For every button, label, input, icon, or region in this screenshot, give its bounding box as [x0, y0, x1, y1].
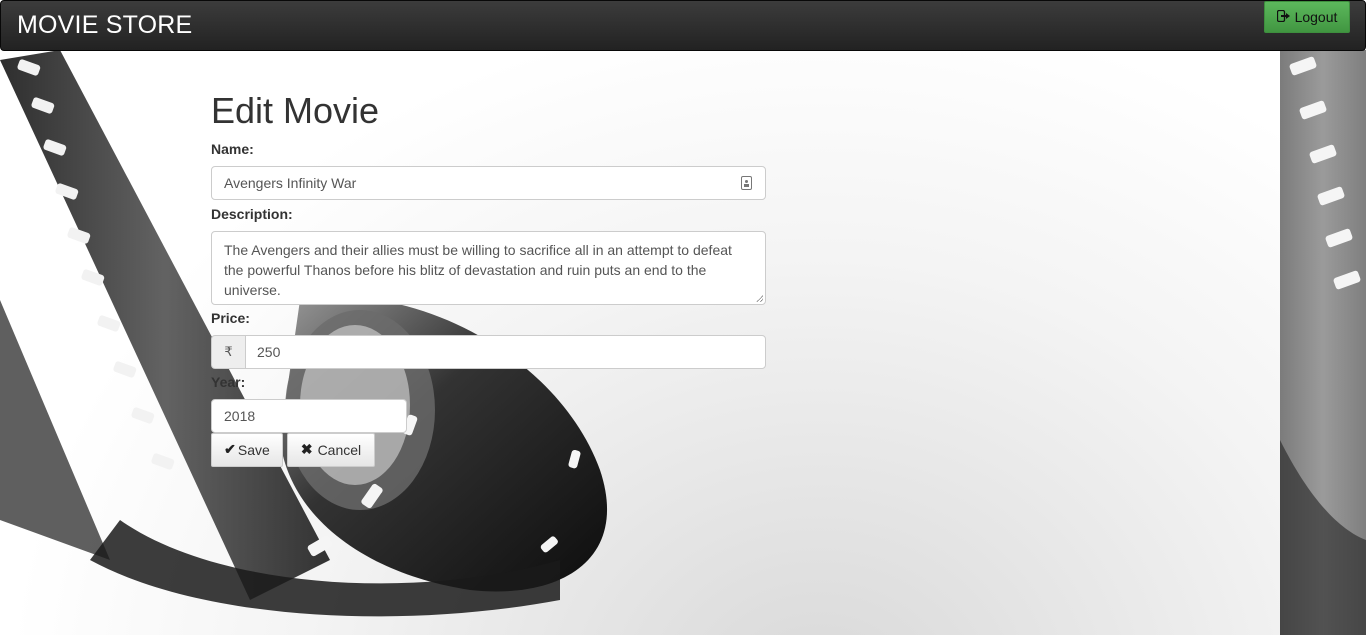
- name-input[interactable]: Avengers Infinity War: [211, 165, 766, 200]
- save-button[interactable]: ✔ Save: [211, 432, 283, 467]
- rupee-icon: ₹: [211, 334, 245, 369]
- year-value: 2018: [224, 407, 256, 424]
- checkmark-icon: ✔: [224, 441, 236, 458]
- cancel-label: Cancel: [317, 441, 362, 458]
- page-title: Edit Movie: [211, 90, 380, 131]
- logout-label: Logout: [1294, 9, 1338, 25]
- close-icon: ✖: [300, 441, 313, 458]
- year-label: Year:: [211, 373, 246, 390]
- name-label: Name:: [211, 140, 254, 157]
- description-label: Description:: [211, 205, 293, 222]
- save-label: Save: [237, 441, 270, 458]
- cancel-button[interactable]: ✖ Cancel: [287, 432, 375, 467]
- resize-handle-icon[interactable]: [756, 294, 763, 302]
- top-navbar: MOVIE STORE Logout: [0, 0, 1366, 51]
- brand-title[interactable]: MOVIE STORE: [17, 11, 192, 40]
- price-label: Price:: [211, 309, 250, 326]
- year-input[interactable]: 2018: [211, 398, 407, 433]
- edit-movie-form: Edit Movie Name: Avengers Infinity War D…: [211, 86, 767, 467]
- description-textarea[interactable]: The Avengers and their allies must be wi…: [211, 230, 766, 305]
- price-input[interactable]: 250: [245, 334, 766, 369]
- logout-icon: [1276, 9, 1291, 25]
- logout-button[interactable]: Logout: [1264, 1, 1350, 33]
- form-actions: ✔ Save ✖ Cancel: [211, 432, 767, 467]
- contact-card-icon: [741, 175, 752, 190]
- description-value: The Avengers and their allies must be wi…: [224, 241, 732, 298]
- price-input-group: ₹ 250: [211, 334, 766, 369]
- name-value: Avengers Infinity War: [224, 174, 357, 191]
